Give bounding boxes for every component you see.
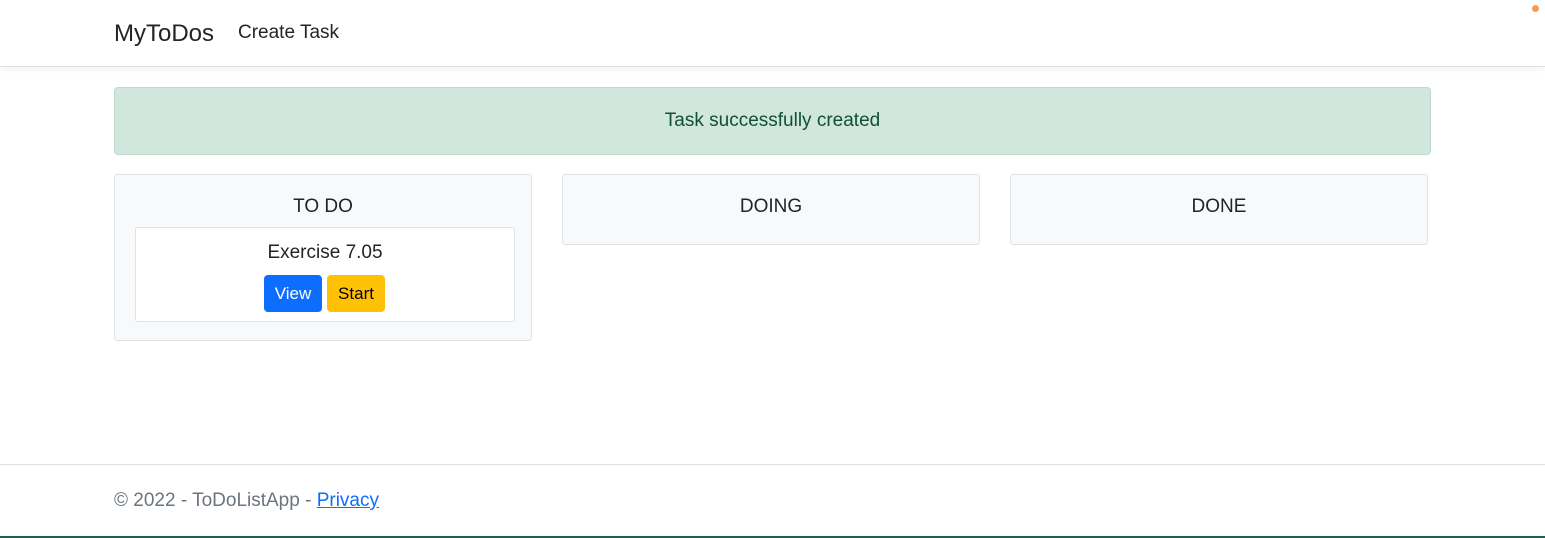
column-title: DOING <box>739 196 803 217</box>
navbar: MyToDos Create Task <box>0 0 1545 67</box>
column-done: DONE <box>1010 174 1428 245</box>
success-alert: Task successfully created <box>114 87 1431 155</box>
copyright-text: © 2022 - ToDoListApp - <box>114 490 317 511</box>
view-task-button[interactable]: View <box>264 275 322 312</box>
column-todo: TO DO Exercise 7.05 View Start <box>114 174 532 341</box>
create-task-link[interactable]: Create Task <box>238 21 339 45</box>
footer: © 2022 - ToDoListApp - Privacy <box>0 464 1545 538</box>
column-doing: DOING <box>562 174 980 245</box>
footer-text: © 2022 - ToDoListApp - Privacy <box>114 489 379 513</box>
column-title: DONE <box>1191 196 1247 217</box>
brand-link[interactable]: MyToDos <box>114 19 214 49</box>
alert-message: Task successfully created <box>664 110 881 131</box>
privacy-link[interactable]: Privacy <box>317 490 379 511</box>
task-title: Exercise 7.05 <box>267 242 383 263</box>
start-task-button[interactable]: Start <box>327 275 385 312</box>
status-dot-icon <box>1532 5 1539 12</box>
column-title: TO DO <box>293 196 353 217</box>
task-card: Exercise 7.05 View Start <box>135 227 515 322</box>
